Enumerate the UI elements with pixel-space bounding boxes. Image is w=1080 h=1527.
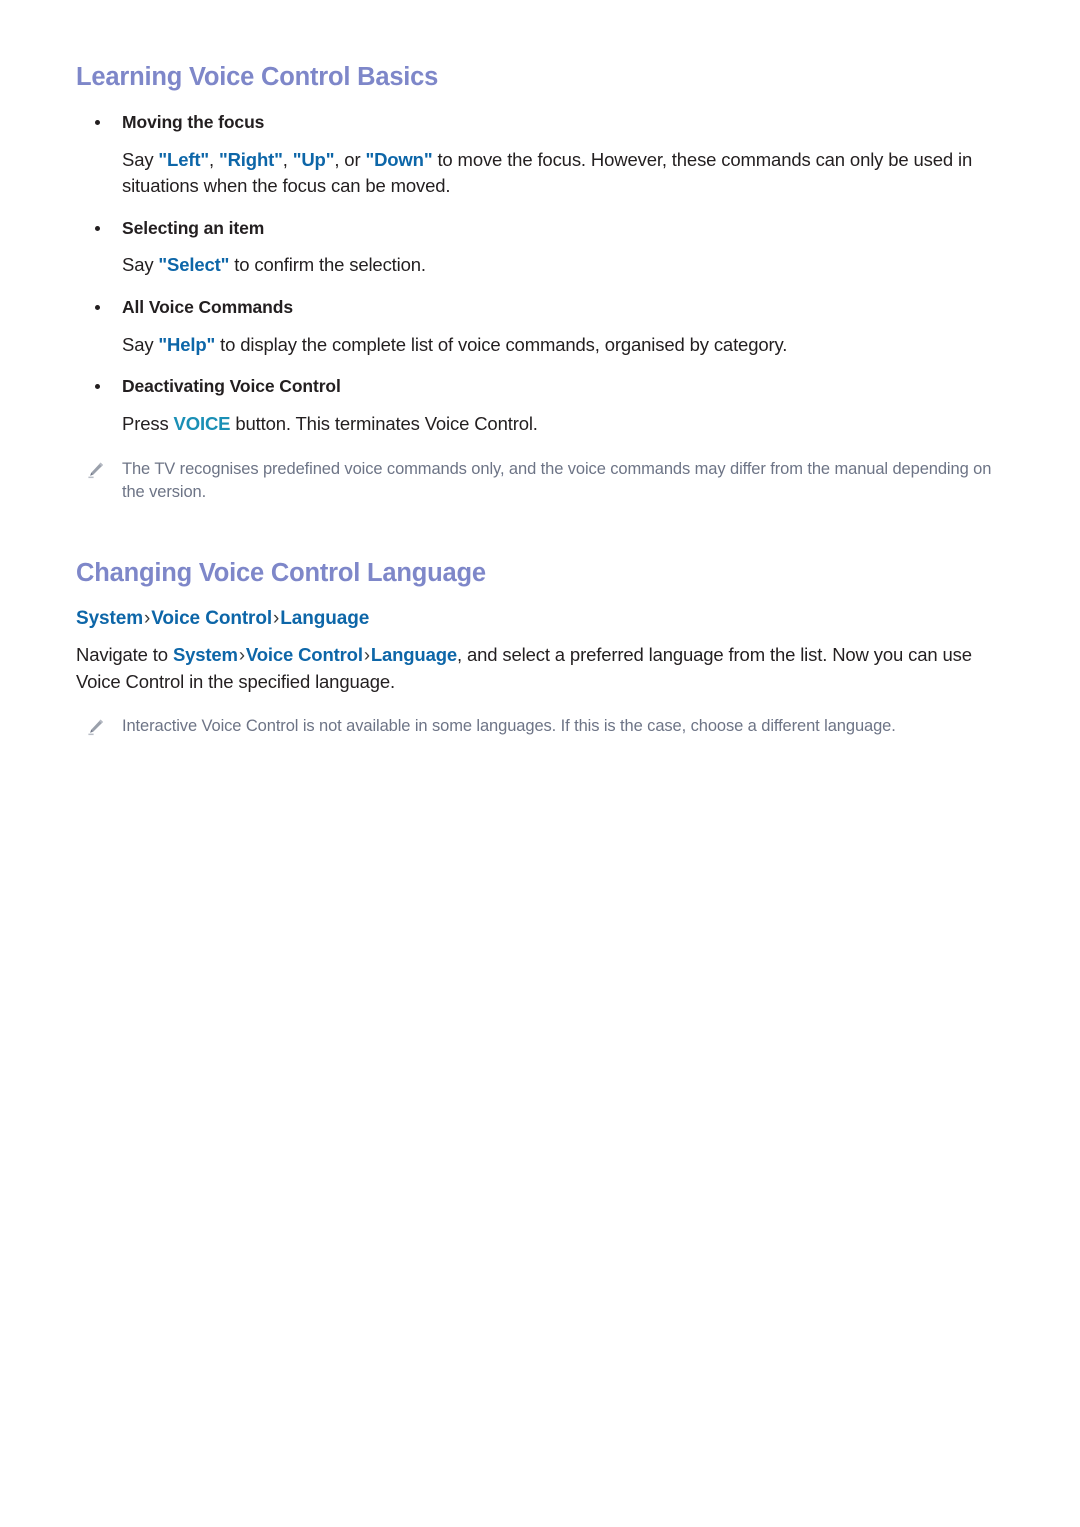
inline-path-voice-control: Voice Control — [245, 644, 363, 666]
note-interactive-voice-control: Interactive Voice Control is not availab… — [76, 715, 1006, 738]
paragraph-all-voice-commands: Say "Help" to display the complete list … — [122, 332, 1006, 359]
breadcrumb-item-system[interactable]: System — [76, 608, 143, 629]
bullet-dot-icon — [95, 305, 100, 311]
pencil-icon — [86, 460, 106, 480]
breadcrumb-item-voice-control[interactable]: Voice Control — [151, 608, 272, 629]
list-item-label: All Voice Commands — [122, 297, 293, 317]
pencil-icon — [86, 717, 106, 737]
document-content: Learning Voice Control Basics Moving the… — [76, 62, 1006, 739]
bullet-group-deactivating-voice-control: Deactivating Voice Control Press VOICE b… — [76, 375, 1006, 437]
inline-path-language: Language — [370, 644, 457, 666]
bullet-dot-icon — [95, 384, 100, 390]
voice-command-right: "Right" — [218, 148, 283, 170]
voice-command-down: "Down" — [365, 148, 433, 170]
text-suffix: to confirm the selection. — [229, 254, 426, 276]
list-item-heading: Moving the focus — [76, 111, 1006, 135]
breadcrumb-item-language[interactable]: Language — [280, 608, 369, 629]
text-prefix: Press — [122, 412, 174, 434]
chevron-right-icon: › — [238, 644, 245, 666]
text-sep-2: , — [282, 148, 293, 170]
inline-path-system: System — [172, 644, 238, 666]
paragraph-deactivating-voice-control: Press VOICE button. This terminates Voic… — [122, 411, 1006, 438]
bullet-group-selecting-an-item: Selecting an item Say "Select" to confir… — [76, 217, 1006, 279]
bullet-dot-icon — [95, 119, 100, 125]
voice-button-label: VOICE — [173, 412, 231, 434]
list-item-label: Selecting an item — [122, 217, 265, 238]
document-page: Learning Voice Control Basics Moving the… — [0, 0, 1080, 1527]
breadcrumb: System›Voice Control›Language — [76, 608, 1006, 630]
text-prefix: Say — [122, 333, 159, 355]
list-item-heading: Selecting an item — [76, 217, 1006, 241]
list-item-label: Moving the focus — [122, 111, 265, 132]
paragraph-selecting-an-item: Say "Select" to confirm the selection. — [122, 252, 1006, 279]
page-title-changing-voice-control-language: Changing Voice Control Language — [76, 559, 486, 588]
text-prefix: Say — [122, 148, 159, 170]
paragraph-moving-the-focus: Say "Left", "Right", "Up", or "Down" to … — [122, 147, 1006, 200]
voice-command-up: "Up" — [292, 148, 335, 170]
bullet-group-all-voice-commands: All Voice Commands Say "Help" to display… — [76, 296, 1006, 358]
bullet-group-moving-the-focus: Moving the focus Say "Left", "Right", "U… — [76, 111, 1006, 200]
text-sep-1: , — [208, 148, 219, 170]
list-item-heading: Deactivating Voice Control — [76, 375, 1006, 399]
note-text: Interactive Voice Control is not availab… — [122, 717, 896, 736]
voice-command-left: "Left" — [158, 148, 209, 170]
chevron-right-icon: › — [144, 608, 151, 630]
list-item-heading: All Voice Commands — [76, 296, 1006, 320]
text-sep-3: , or — [334, 148, 366, 170]
list-item-label: Deactivating Voice Control — [122, 376, 341, 397]
voice-command-select: "Select" — [158, 254, 230, 276]
note-text: The TV recognises predefined voice comma… — [122, 459, 992, 501]
note-voice-commands: The TV recognises predefined voice comma… — [76, 458, 1006, 505]
text-prefix: Say — [122, 254, 159, 276]
paragraph-changing-language: Navigate to System›Voice Control›Languag… — [76, 642, 1006, 695]
bullet-dot-icon — [95, 225, 100, 231]
chevron-right-icon: › — [363, 644, 370, 666]
text-suffix: to display the complete list of voice co… — [215, 333, 788, 355]
text-suffix: button. This terminates Voice Control. — [230, 412, 538, 434]
page-title-learning-voice-control-basics: Learning Voice Control Basics — [76, 63, 439, 91]
voice-command-help: "Help" — [158, 333, 216, 355]
text-prefix: Navigate to — [76, 644, 173, 666]
